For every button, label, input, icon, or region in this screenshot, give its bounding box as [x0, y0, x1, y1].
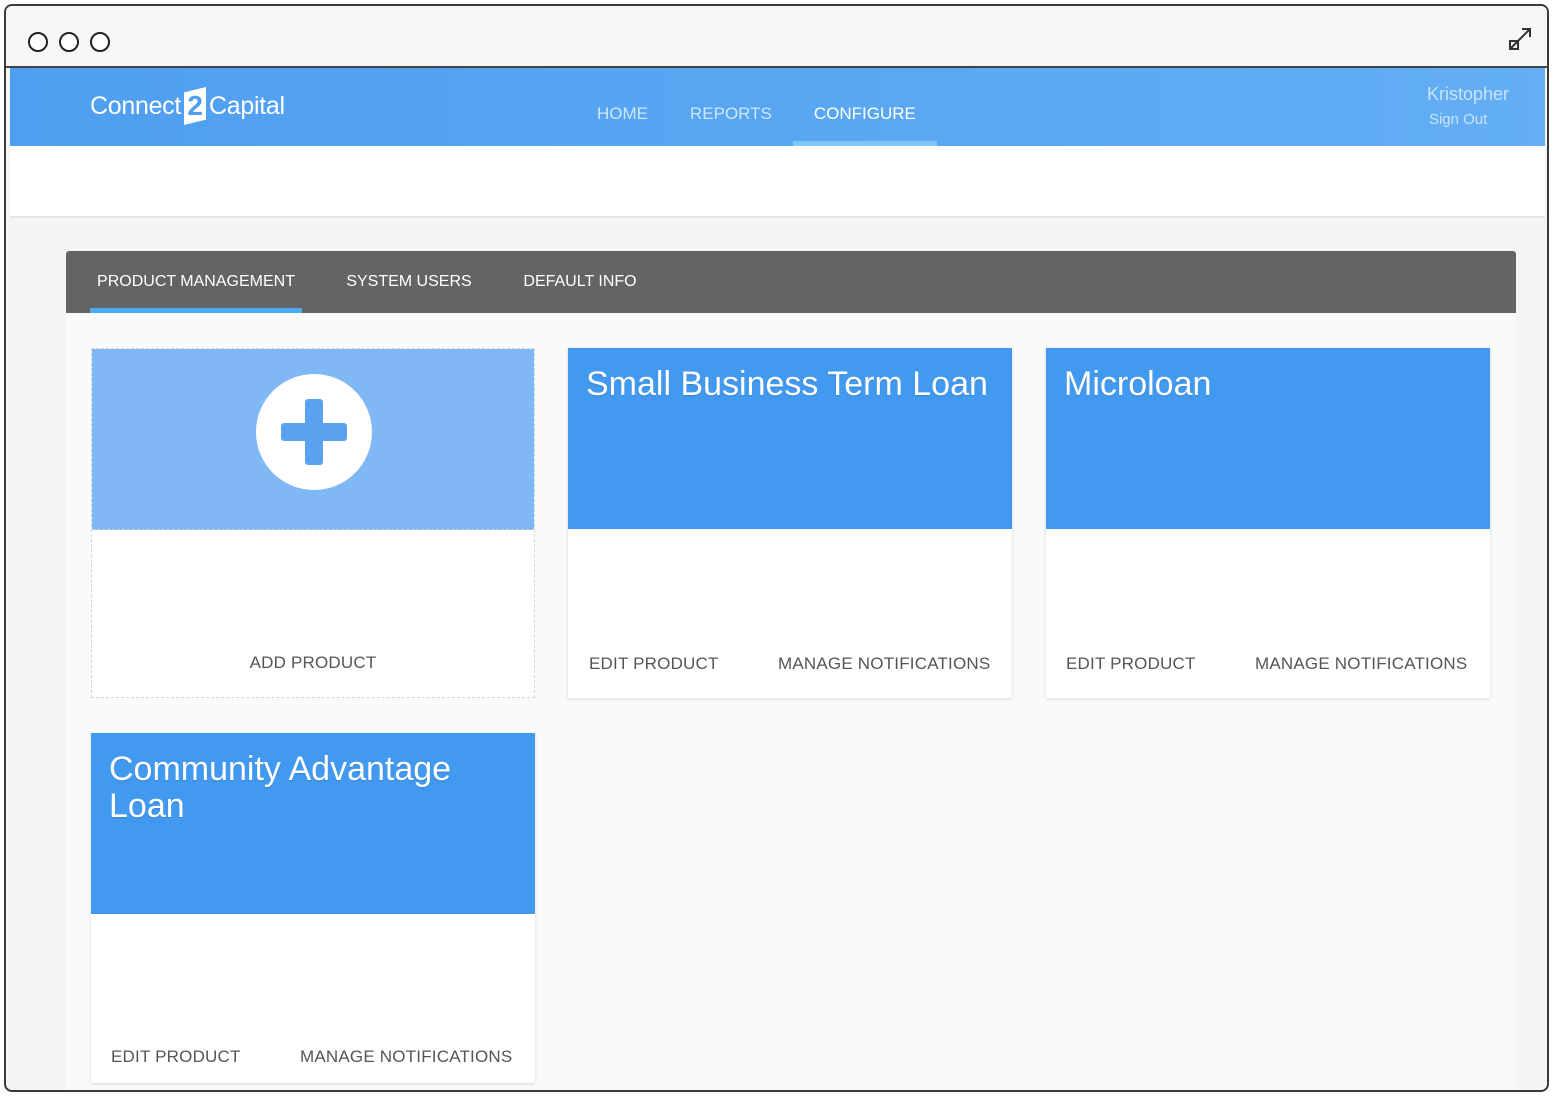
configure-panel: PRODUCT MANAGEMENT SYSTEM USERS DEFAULT … [66, 251, 1516, 1090]
edit-product-button[interactable]: EDIT PRODUCT [1066, 654, 1196, 674]
main-nav: HOME REPORTS CONFIGURE [576, 68, 937, 146]
plus-icon[interactable] [256, 374, 372, 490]
product-card-header: Small Business Term Loan [568, 348, 1012, 529]
configure-tabs: PRODUCT MANAGEMENT SYSTEM USERS DEFAULT … [66, 251, 1516, 313]
user-name[interactable]: Kristopher [1427, 84, 1509, 105]
connect2capital-logo[interactable]: Connect 2 Capital [90, 86, 285, 126]
minimize-window-button[interactable] [59, 32, 79, 52]
zoom-window-button[interactable] [90, 32, 110, 52]
tab-default-info[interactable]: DEFAULT INFO [516, 251, 644, 313]
add-product-card[interactable]: ADD PRODUCT [91, 348, 535, 698]
product-title: Microloan [1064, 365, 1212, 403]
product-card-actions: EDIT PRODUCT MANAGE NOTIFICATIONS [91, 1047, 535, 1067]
window-controls [28, 32, 110, 52]
edit-product-button[interactable]: EDIT PRODUCT [589, 654, 719, 674]
nav-home[interactable]: HOME [576, 68, 669, 146]
expand-icon[interactable] [1507, 26, 1533, 52]
product-card-header: Microloan [1046, 348, 1490, 529]
sign-out-link[interactable]: Sign Out [1429, 111, 1509, 128]
add-product-button[interactable]: ADD PRODUCT [92, 653, 534, 673]
window-titlebar [6, 6, 1547, 68]
tab-system-users[interactable]: SYSTEM USERS [338, 251, 480, 313]
product-title: Small Business Term Loan [586, 365, 988, 403]
product-card: Microloan EDIT PRODUCT MANAGE NOTIFICATI… [1046, 348, 1490, 698]
subheader-bar [10, 146, 1545, 218]
user-menu: Kristopher Sign Out [1427, 84, 1509, 128]
browser-window: Connect 2 Capital HOME REPORTS CONFIGURE… [4, 4, 1549, 1092]
product-title: Community Advantage Loan [109, 750, 452, 825]
nav-configure[interactable]: CONFIGURE [792, 68, 937, 146]
manage-notifications-button[interactable]: MANAGE NOTIFICATIONS [778, 654, 990, 674]
add-product-actions: ADD PRODUCT [92, 653, 534, 673]
product-card: Small Business Term Loan EDIT PRODUCT MA… [568, 348, 1012, 698]
logo-text-right: Capital [209, 91, 285, 120]
add-product-card-header [92, 349, 534, 530]
logo-text-left: Connect [90, 91, 182, 120]
product-card-header: Community Advantage Loan [91, 733, 535, 914]
edit-product-button[interactable]: EDIT PRODUCT [111, 1047, 241, 1067]
tab-product-management[interactable]: PRODUCT MANAGEMENT [90, 251, 302, 313]
manage-notifications-button[interactable]: MANAGE NOTIFICATIONS [300, 1047, 512, 1067]
logo-mark: 2 [184, 87, 207, 125]
close-window-button[interactable] [28, 32, 48, 52]
nav-reports[interactable]: REPORTS [669, 68, 793, 146]
product-card: Community Advantage Loan EDIT PRODUCT MA… [91, 733, 535, 1083]
app-header: Connect 2 Capital HOME REPORTS CONFIGURE… [10, 68, 1545, 146]
product-card-actions: EDIT PRODUCT MANAGE NOTIFICATIONS [1046, 654, 1490, 674]
manage-notifications-button[interactable]: MANAGE NOTIFICATIONS [1255, 654, 1467, 674]
product-card-actions: EDIT PRODUCT MANAGE NOTIFICATIONS [568, 654, 1012, 674]
